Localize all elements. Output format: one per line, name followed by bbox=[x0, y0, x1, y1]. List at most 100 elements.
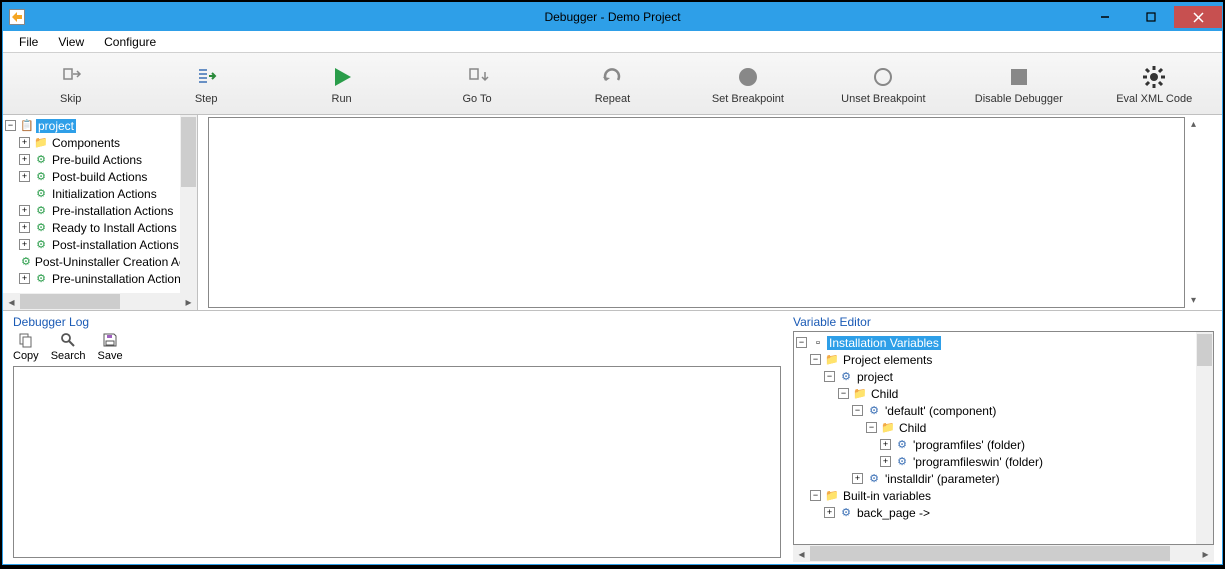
lower-pane: Debugger Log Copy Search Save bbox=[3, 311, 1222, 564]
tree-item[interactable]: + ⚙ Pre-uninstallation Actions bbox=[5, 270, 195, 287]
tree-item[interactable]: + ⚙ Post-installation Actions bbox=[5, 236, 195, 253]
collapse-icon[interactable]: − bbox=[810, 490, 821, 501]
expand-icon[interactable]: + bbox=[880, 439, 891, 450]
expand-icon[interactable]: + bbox=[880, 456, 891, 467]
scroll-left-icon[interactable]: ◂ bbox=[3, 293, 20, 310]
expand-icon[interactable]: + bbox=[19, 273, 30, 284]
search-button[interactable]: Search bbox=[51, 331, 86, 362]
collapse-icon[interactable]: − bbox=[838, 388, 849, 399]
menu-file[interactable]: File bbox=[11, 33, 46, 51]
var-node[interactable]: − 📁 Project elements bbox=[796, 351, 1211, 368]
set-breakpoint-button[interactable]: Set Breakpoint bbox=[680, 53, 815, 114]
tree-item[interactable]: + 📁 Components bbox=[5, 134, 195, 151]
collapse-icon[interactable]: − bbox=[5, 120, 16, 131]
vertical-scrollbar[interactable] bbox=[1196, 332, 1213, 544]
step-label: Step bbox=[195, 93, 218, 105]
expand-icon[interactable]: + bbox=[19, 154, 30, 165]
goto-button[interactable]: Go To bbox=[409, 53, 544, 114]
scrollbar-thumb[interactable] bbox=[1197, 334, 1212, 366]
scrollbar-thumb[interactable] bbox=[810, 546, 1170, 561]
var-node[interactable]: − ⚙ project bbox=[796, 368, 1211, 385]
variable-editor-title: Variable Editor bbox=[793, 315, 1214, 329]
var-root[interactable]: − ▫ Installation Variables bbox=[796, 334, 1211, 351]
var-label: 'default' (component) bbox=[883, 404, 998, 418]
scroll-left-icon[interactable]: ◂ bbox=[793, 545, 810, 562]
gear-icon: ⚙ bbox=[21, 255, 31, 269]
var-node[interactable]: + ⚙ 'programfileswin' (folder) bbox=[796, 453, 1211, 470]
close-button[interactable] bbox=[1174, 6, 1222, 28]
collapse-icon[interactable]: − bbox=[866, 422, 877, 433]
run-button[interactable]: Run bbox=[274, 53, 409, 114]
var-node[interactable]: − 📁 Built-in variables bbox=[796, 487, 1211, 504]
var-node[interactable]: − ⚙ 'default' (component) bbox=[796, 402, 1211, 419]
collapse-icon[interactable]: − bbox=[810, 354, 821, 365]
scrollbar-thumb[interactable] bbox=[181, 117, 196, 187]
variable-tree[interactable]: − ▫ Installation Variables − 📁 Project e… bbox=[793, 331, 1214, 545]
expand-icon[interactable]: + bbox=[19, 171, 30, 182]
horizontal-scrollbar[interactable]: ◂ ▸ bbox=[3, 293, 197, 310]
unset-breakpoint-button[interactable]: Unset Breakpoint bbox=[816, 53, 951, 114]
vertical-scrollbar[interactable] bbox=[180, 115, 197, 293]
var-node[interactable]: − 📁 Child bbox=[796, 385, 1211, 402]
collapse-icon[interactable]: − bbox=[796, 337, 807, 348]
project-tree[interactable]: − 📋 project + 📁 Components + ⚙ Pre bbox=[3, 115, 197, 293]
scroll-up-icon[interactable]: ▴ bbox=[1191, 119, 1196, 130]
maximize-button[interactable] bbox=[1128, 6, 1174, 28]
scroll-right-icon[interactable]: ▸ bbox=[180, 293, 197, 310]
gear-icon: ⚙ bbox=[839, 370, 853, 384]
tree-root-label[interactable]: project bbox=[36, 119, 76, 133]
collapse-icon[interactable]: − bbox=[824, 371, 835, 382]
skip-button[interactable]: Skip bbox=[3, 53, 138, 114]
eval-xml-button[interactable]: Eval XML Code bbox=[1087, 53, 1222, 114]
copy-button[interactable]: Copy bbox=[13, 331, 39, 362]
expand-icon[interactable]: + bbox=[824, 507, 835, 518]
collapse-icon[interactable]: − bbox=[852, 405, 863, 416]
tree-item[interactable]: + ⚙ Post-build Actions bbox=[5, 168, 195, 185]
step-button[interactable]: Step bbox=[138, 53, 273, 114]
expand-icon[interactable]: + bbox=[19, 205, 30, 216]
tree-item[interactable]: ⚙ Initialization Actions bbox=[5, 185, 195, 202]
minimize-button[interactable] bbox=[1082, 6, 1128, 28]
main-content-area[interactable] bbox=[208, 117, 1185, 308]
log-textarea[interactable] bbox=[13, 366, 781, 558]
var-node[interactable]: − 📁 Child bbox=[796, 419, 1211, 436]
tree-item[interactable]: ⚙ Post-Uninstaller Creation Actions bbox=[5, 253, 195, 270]
menu-view[interactable]: View bbox=[50, 33, 92, 51]
var-label: Project elements bbox=[841, 353, 934, 367]
window-controls bbox=[1082, 6, 1222, 28]
scroll-down-icon[interactable]: ▾ bbox=[1191, 295, 1196, 306]
skip-label: Skip bbox=[60, 93, 81, 105]
disable-debugger-button[interactable]: Disable Debugger bbox=[951, 53, 1086, 114]
var-label: 'installdir' (parameter) bbox=[883, 472, 1002, 486]
app-window: Debugger - Demo Project File View Config… bbox=[2, 2, 1223, 565]
search-icon bbox=[59, 331, 77, 349]
tree-item[interactable]: + ⚙ Pre-build Actions bbox=[5, 151, 195, 168]
tree-item[interactable]: + ⚙ Pre-installation Actions bbox=[5, 202, 195, 219]
tree-item-label: Post-installation Actions bbox=[50, 238, 181, 252]
menu-configure[interactable]: Configure bbox=[96, 33, 164, 51]
var-root-label[interactable]: Installation Variables bbox=[827, 336, 941, 350]
folder-icon: 📁 bbox=[825, 489, 839, 503]
save-icon bbox=[101, 331, 119, 349]
var-label: 'programfileswin' (folder) bbox=[911, 455, 1045, 469]
var-node[interactable]: + ⚙ back_page -> bbox=[796, 504, 1211, 521]
titlebar[interactable]: Debugger - Demo Project bbox=[3, 3, 1222, 31]
repeat-label: Repeat bbox=[595, 93, 630, 105]
scroll-right-icon[interactable]: ▸ bbox=[1197, 545, 1214, 562]
var-node[interactable]: + ⚙ 'installdir' (parameter) bbox=[796, 470, 1211, 487]
tree-item[interactable]: + ⚙ Ready to Install Actions bbox=[5, 219, 195, 236]
expand-icon[interactable]: + bbox=[19, 239, 30, 250]
scrollbar-thumb[interactable] bbox=[20, 294, 120, 309]
tree-root[interactable]: − 📋 project bbox=[5, 117, 195, 134]
expand-icon[interactable]: + bbox=[19, 222, 30, 233]
expand-icon[interactable]: + bbox=[19, 137, 30, 148]
variable-editor-pane: Variable Editor − ▫ Installation Variabl… bbox=[789, 311, 1222, 564]
expand-icon[interactable]: + bbox=[852, 473, 863, 484]
repeat-button[interactable]: Repeat bbox=[545, 53, 680, 114]
run-icon bbox=[328, 63, 356, 91]
var-node[interactable]: + ⚙ 'programfiles' (folder) bbox=[796, 436, 1211, 453]
gear-icon: ⚙ bbox=[34, 187, 48, 201]
horizontal-scrollbar[interactable]: ◂ ▸ bbox=[793, 545, 1214, 562]
tree-item-label: Ready to Install Actions bbox=[50, 221, 179, 235]
save-button[interactable]: Save bbox=[98, 331, 123, 362]
